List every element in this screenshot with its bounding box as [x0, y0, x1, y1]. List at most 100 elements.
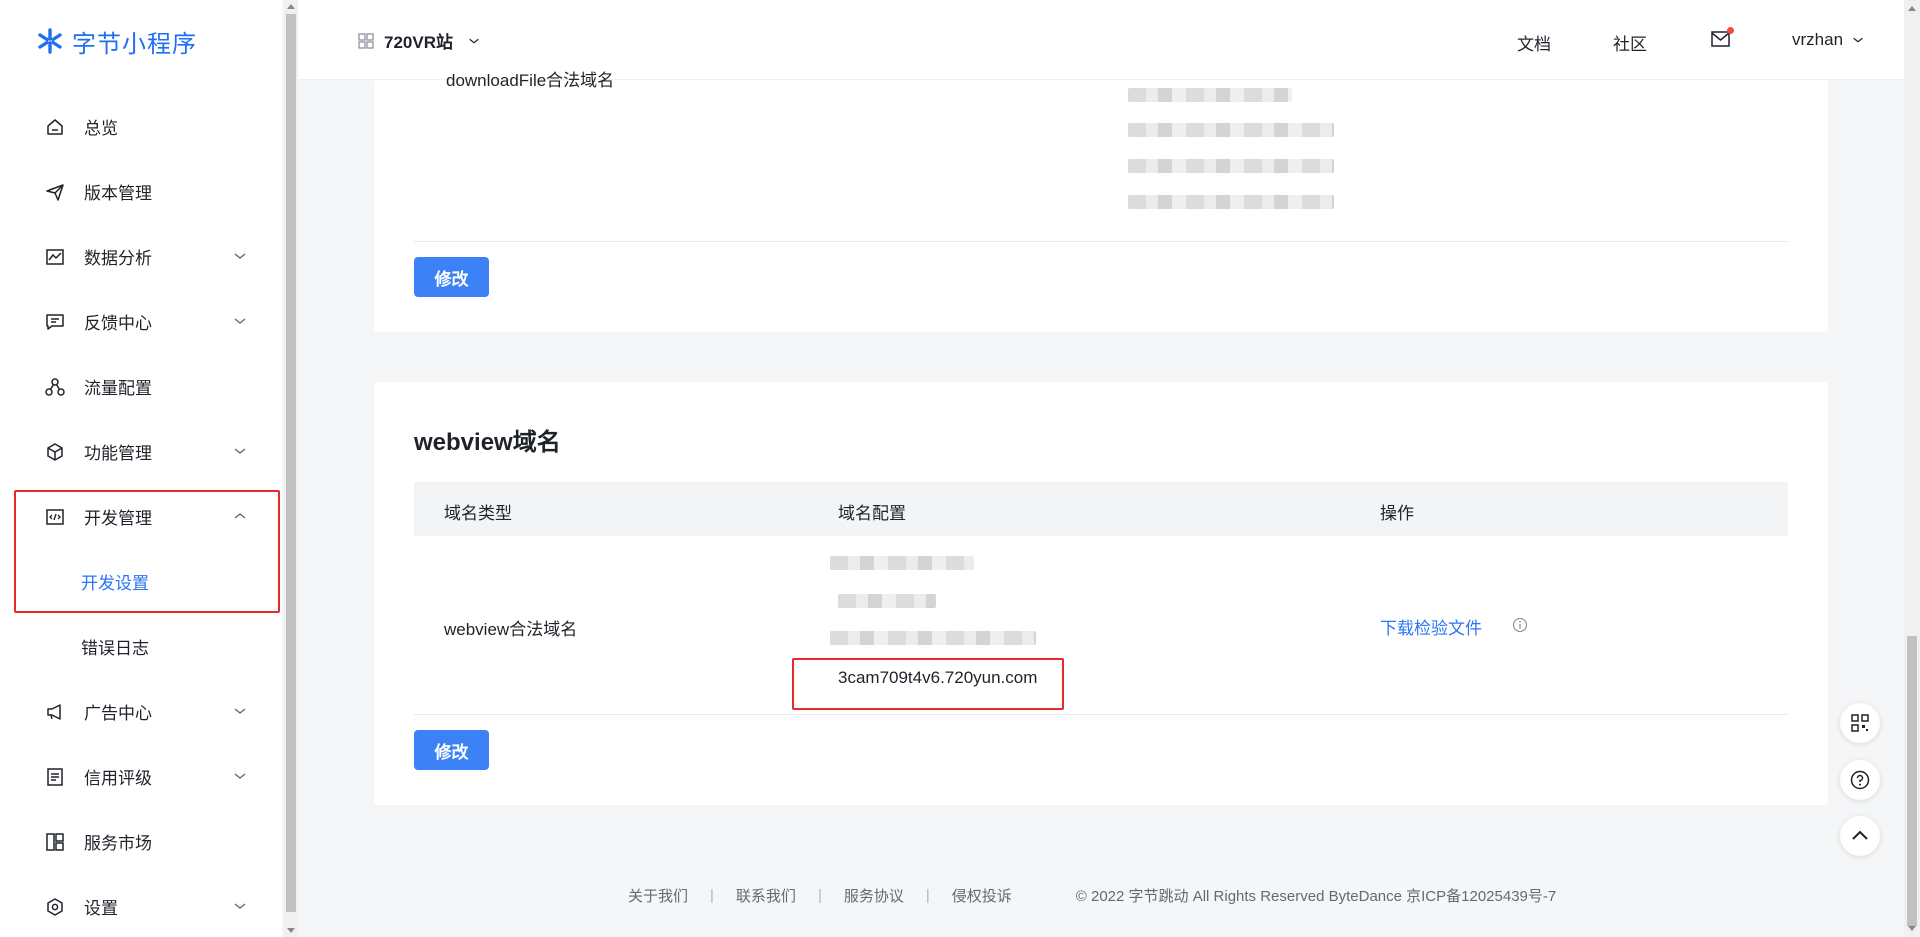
footer: 关于我们 | 联系我们 | 服务协议 | 侵权投诉 © 2022 字节跳动 Al… — [628, 885, 1556, 906]
message-icon — [44, 311, 66, 333]
section-title: webview域名 — [414, 429, 561, 456]
sidebar-item-features[interactable]: 功能管理 — [0, 419, 282, 484]
logo[interactable]: 字节小程序 — [36, 26, 197, 58]
footer-link-report[interactable]: 侵权投诉 — [952, 885, 1012, 906]
list-icon — [44, 766, 66, 788]
sidebar-item-traffic[interactable]: 流量配置 — [0, 354, 282, 419]
chevron-down-icon[interactable] — [232, 313, 248, 329]
column-header: 域名类型 — [444, 504, 512, 523]
sidebar-item-label: 版本管理 — [84, 184, 152, 203]
app-switcher[interactable]: 720VR站 — [358, 28, 481, 53]
sidebar-item-label: 广告中心 — [84, 704, 152, 723]
grid-icon — [358, 32, 374, 49]
sidebar-item-version[interactable]: 版本管理 — [0, 159, 282, 224]
chevron-up-icon — [1852, 830, 1868, 840]
send-icon — [44, 181, 66, 203]
sidebar-item-dev-management[interactable]: 开发管理 — [0, 484, 282, 549]
layout-icon — [44, 831, 66, 853]
download-domain-label: downloadFile合法域名 — [446, 71, 615, 90]
sidebar-item-label: 流量配置 — [84, 379, 152, 398]
code-icon — [44, 506, 66, 528]
back-to-top-button[interactable] — [1840, 816, 1880, 856]
notification-dot — [1727, 27, 1734, 34]
help-icon — [1850, 770, 1870, 790]
settings-icon — [44, 896, 66, 918]
scroll-down-arrow-icon[interactable] — [287, 928, 295, 933]
home-icon — [44, 116, 66, 138]
info-icon[interactable] — [1512, 617, 1528, 633]
flow-icon — [44, 376, 66, 398]
copyright: © 2022 字节跳动 All Rights Reserved ByteDanc… — [1075, 888, 1557, 905]
blurred-domain — [1128, 195, 1334, 209]
sidebar-item-marketplace[interactable]: 服务市场 — [0, 809, 282, 874]
community-link[interactable]: 社区 — [1613, 30, 1647, 55]
sidebar-nav: 总览 版本管理 数据分析 反馈中心 流量配置 功能管理 开发管理 开发设置 错误… — [0, 94, 282, 937]
sidebar-item-label: 数据分析 — [84, 249, 152, 268]
sidebar-item-ads[interactable]: 广告中心 — [0, 679, 282, 744]
user-menu[interactable]: vrzhan — [1792, 30, 1865, 50]
sidebar-item-feedback[interactable]: 反馈中心 — [0, 289, 282, 354]
scroll-down-arrow-icon[interactable] — [1908, 926, 1916, 931]
blurred-domain — [830, 556, 974, 570]
column-header: 域名配置 — [838, 504, 906, 523]
footer-separator: | — [710, 887, 714, 904]
help-button[interactable] — [1840, 760, 1880, 800]
blurred-domain — [1128, 88, 1292, 102]
chevron-down-icon[interactable] — [232, 703, 248, 719]
sidebar-item-label: 开发管理 — [84, 509, 152, 528]
blurred-domain — [838, 594, 936, 608]
cube-icon — [44, 441, 66, 463]
sidebar-subitem-error-log[interactable]: 错误日志 — [0, 614, 282, 679]
sidebar-item-label: 总览 — [84, 119, 118, 138]
chevron-down-icon[interactable] — [232, 768, 248, 784]
download-domain-card: downloadFile合法域名 修改 — [374, 71, 1828, 332]
scroll-up-arrow-icon[interactable] — [287, 4, 295, 9]
sidebar-subitem-dev-settings[interactable]: 开发设置 — [0, 549, 282, 614]
footer-separator: | — [817, 887, 822, 904]
footer-link-terms[interactable]: 服务协议 — [844, 885, 904, 906]
chevron-down-icon[interactable] — [232, 443, 248, 459]
sidebar-item-label: 设置 — [84, 899, 118, 918]
app-name: 720VR站 — [384, 33, 453, 52]
sidebar-item-analytics[interactable]: 数据分析 — [0, 224, 282, 289]
sidebar-item-credit[interactable]: 信用评级 — [0, 744, 282, 809]
webview-domain-card: webview域名 域名类型 域名配置 操作 webview合法域名 3cam7… — [374, 382, 1828, 805]
scrollbar-thumb[interactable] — [286, 14, 296, 912]
main-scrollbar[interactable] — [1904, 0, 1920, 937]
chevron-down-icon — [1853, 37, 1863, 43]
download-verify-file-link[interactable]: 下载检验文件 — [1380, 614, 1482, 639]
qrcode-button[interactable] — [1840, 703, 1880, 743]
column-header: 操作 — [1380, 504, 1414, 523]
sidebar-item-label: 功能管理 — [84, 444, 152, 463]
sidebar: 字节小程序 总览 版本管理 数据分析 反馈中心 流量配置 功能管理 开发管理 开… — [0, 0, 282, 937]
sidebar-item-overview[interactable]: 总览 — [0, 94, 282, 159]
sidebar-scrollbar[interactable] — [284, 0, 298, 937]
table-header: 域名类型 域名配置 操作 — [414, 482, 1788, 536]
row-divider — [414, 241, 1788, 242]
sidebar-item-label: 反馈中心 — [84, 314, 152, 333]
docs-link[interactable]: 文档 — [1517, 30, 1551, 55]
footer-separator: | — [925, 887, 930, 904]
sidebar-item-settings[interactable]: 设置 — [0, 874, 282, 937]
chevron-down-icon — [469, 38, 479, 44]
scroll-up-arrow-icon[interactable] — [1908, 6, 1916, 11]
modify-button[interactable]: 修改 — [414, 257, 489, 297]
sidebar-item-label: 信用评级 — [84, 769, 152, 788]
footer-link-about[interactable]: 关于我们 — [628, 885, 688, 906]
modify-button[interactable]: 修改 — [414, 730, 489, 770]
row-divider — [414, 714, 1788, 715]
footer-link-contact[interactable]: 联系我们 — [736, 885, 796, 906]
blurred-domain — [1128, 123, 1334, 137]
chevron-down-icon[interactable] — [232, 898, 248, 914]
blurred-domain — [1128, 159, 1334, 173]
sidebar-item-label: 服务市场 — [84, 834, 152, 853]
scrollbar-thumb[interactable] — [1907, 636, 1917, 926]
megaphone-icon — [44, 701, 66, 723]
domain-value: 3cam709t4v6.720yun.com — [838, 668, 1038, 687]
mail-button[interactable] — [1710, 27, 1734, 50]
chart-icon — [44, 246, 66, 268]
logo-text: 字节小程序 — [72, 30, 197, 58]
chevron-down-icon[interactable] — [232, 248, 248, 264]
blurred-domain — [830, 631, 1036, 645]
chevron-up-icon[interactable] — [232, 508, 248, 524]
